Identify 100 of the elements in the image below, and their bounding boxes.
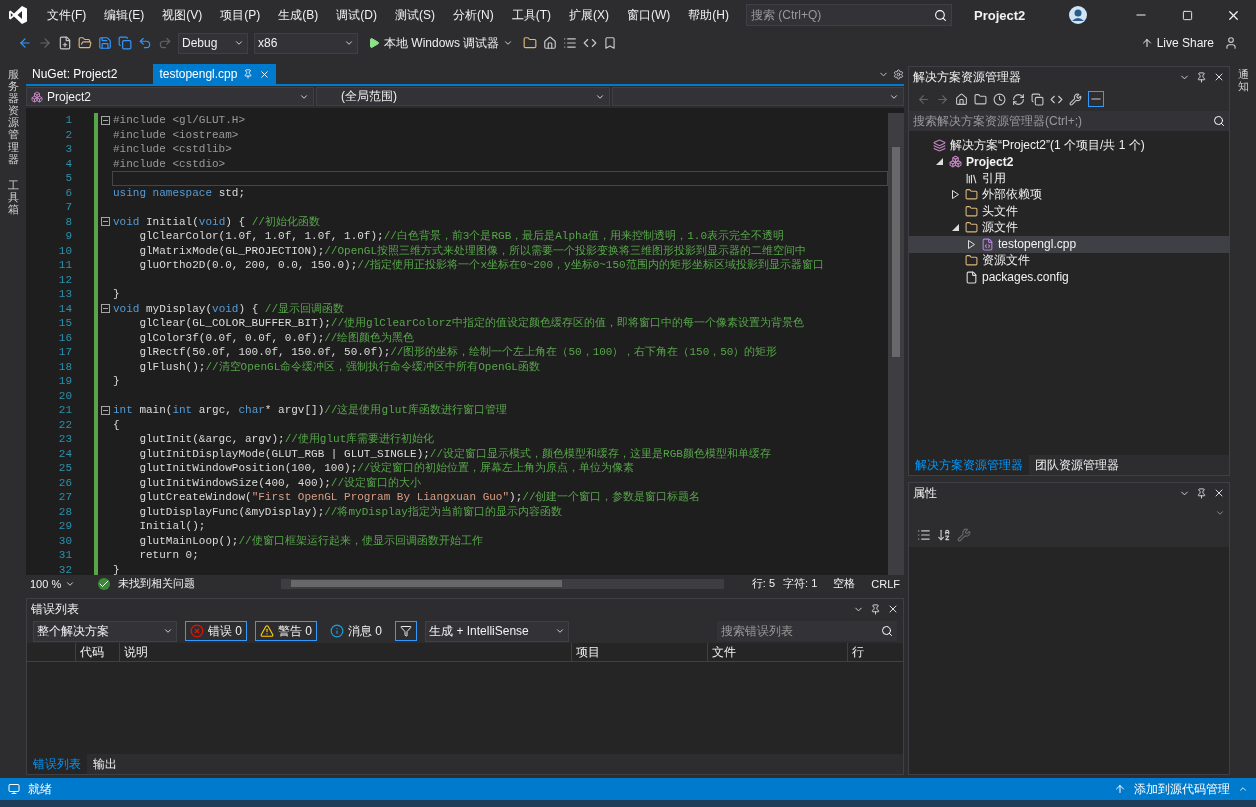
play-icon — [368, 37, 380, 49]
tree-item[interactable]: 资源文件 — [909, 252, 1229, 269]
menu-item[interactable]: 项目(P) — [211, 6, 270, 24]
search-field[interactable]: 搜索解决方案资源管理器(Ctrl+;) — [909, 111, 1229, 131]
forward-icon[interactable] — [936, 92, 949, 106]
line-number: 7 — [64, 201, 72, 214]
collapse-icon[interactable] — [100, 304, 110, 314]
source-control-button[interactable]: 添加到源代码管理 — [1134, 780, 1230, 798]
menu-item[interactable]: 测试(S) — [386, 6, 444, 24]
home-icon[interactable] — [543, 36, 558, 50]
pin-icon[interactable] — [870, 603, 881, 615]
column-header[interactable]: 说明 — [119, 643, 571, 661]
home-icon[interactable] — [955, 92, 968, 106]
horizontal-scrollbar[interactable] — [281, 578, 724, 589]
close-icon[interactable] — [1213, 487, 1225, 499]
back-icon[interactable] — [917, 92, 930, 106]
pin-icon[interactable] — [1196, 71, 1207, 83]
clock-icon[interactable] — [993, 92, 1006, 106]
run-button[interactable]: 本地 Windows 调试器 — [364, 34, 518, 52]
pin-icon[interactable] — [1196, 487, 1207, 499]
document-tab[interactable]: testopengl.cpp — [153, 64, 277, 84]
project-dropdown[interactable]: Project2 — [26, 87, 315, 106]
list-icon[interactable] — [563, 36, 578, 50]
save-icon[interactable] — [98, 36, 112, 50]
copy-icon[interactable] — [1031, 92, 1044, 106]
menu-item[interactable]: 扩展(X) — [560, 6, 618, 24]
close-icon[interactable] — [887, 603, 899, 615]
redo-icon[interactable] — [158, 36, 172, 50]
collapse-arrow-icon[interactable] — [951, 224, 959, 232]
menu-item[interactable]: 编辑(E) — [95, 6, 154, 24]
save-all-icon[interactable] — [118, 36, 132, 50]
search-field[interactable]: 搜索错误列表 — [717, 621, 897, 641]
expand-arrow-icon[interactable] — [967, 239, 975, 249]
caret-icon — [234, 38, 244, 48]
sync-icon[interactable] — [1012, 92, 1025, 106]
panel-tab[interactable]: 团队资源管理器 — [1029, 455, 1125, 475]
search-field[interactable]: 搜索 (Ctrl+Q) — [746, 4, 952, 26]
settings-icon[interactable] — [893, 68, 904, 80]
menu-item[interactable]: 分析(N) — [444, 6, 503, 24]
collapse-icon[interactable] — [100, 217, 110, 227]
collapse-arrow-icon[interactable] — [935, 158, 943, 166]
wrench-icon[interactable] — [1069, 92, 1082, 106]
bookmark-icon[interactable] — [603, 36, 618, 50]
folder-icon[interactable] — [523, 36, 538, 50]
categorized-icon[interactable] — [917, 528, 931, 542]
collapse-icon[interactable] — [100, 115, 110, 125]
menu-item[interactable]: 生成(B) — [269, 6, 328, 24]
configuration-dropdown[interactable]: Debug — [178, 32, 248, 54]
undo-icon[interactable] — [138, 36, 152, 50]
scope-dropdown[interactable]: 整个解决方案 — [33, 620, 177, 642]
side-tab[interactable]: 通知 — [1237, 68, 1249, 93]
column-header[interactable]: 代码 — [75, 643, 119, 661]
tree-item[interactable]: 外部依赖项 — [909, 186, 1229, 203]
sort-icon[interactable] — [937, 528, 951, 542]
menu-item[interactable]: 帮助(H) — [679, 6, 738, 24]
scope-dropdown[interactable]: (全局范围) — [316, 87, 610, 106]
tree-item[interactable]: 源文件 — [909, 219, 1229, 236]
filter-button[interactable]: 错误 0 — [185, 621, 247, 641]
platform-dropdown[interactable]: x86 — [254, 32, 358, 54]
vertical-scrollbar[interactable] — [888, 113, 904, 575]
filter-toggle-button[interactable] — [395, 621, 418, 641]
collapse-icon[interactable] — [100, 405, 110, 415]
column-header[interactable]: 项目 — [571, 643, 707, 661]
expand-arrow-icon[interactable] — [951, 190, 959, 200]
account-icon[interactable] — [1068, 5, 1088, 25]
menu-item[interactable]: 视图(V) — [153, 6, 212, 24]
tree-item[interactable]: 解决方案“Project2”(1 个项目/共 1 个) — [909, 137, 1229, 154]
open-folder-icon[interactable] — [78, 36, 92, 50]
preview-icon[interactable] — [1088, 91, 1104, 107]
tree-item[interactable]: 引用 — [909, 170, 1229, 187]
code-icon[interactable] — [583, 36, 598, 50]
config-icon — [965, 270, 978, 284]
menu-item[interactable]: 窗口(W) — [618, 6, 680, 24]
source-dropdown[interactable]: 生成 + IntelliSense — [425, 620, 570, 642]
side-tab[interactable]: 服务器资源管理器 — [7, 68, 19, 165]
filter-button[interactable]: 警告 0 — [255, 621, 318, 641]
column-header[interactable]: 文件 — [707, 643, 847, 661]
document-tab[interactable]: NuGet: Project2 — [26, 64, 124, 84]
tree-item[interactable]: Project2 — [909, 153, 1229, 170]
live-share-button[interactable]: Live Share — [1136, 36, 1218, 50]
side-tab[interactable]: 工具箱 — [7, 178, 19, 216]
panel-tab[interactable]: 解决方案资源管理器 — [909, 455, 1029, 475]
menu-item[interactable]: 调试(D) — [327, 6, 386, 24]
tree-item[interactable]: 头文件 — [909, 203, 1229, 220]
panel-tab[interactable]: 输出 — [87, 754, 123, 774]
menu-item[interactable]: 文件(F) — [38, 6, 96, 24]
new-file-icon[interactable] — [58, 36, 72, 50]
line-number: 3 — [64, 143, 72, 156]
folder-icon[interactable] — [974, 92, 987, 106]
menu-item[interactable]: 工具(T) — [502, 6, 560, 24]
tree-item[interactable]: testopengl.cpp — [909, 236, 1229, 253]
filter-button[interactable]: 消息 0 — [325, 621, 388, 641]
column-header[interactable]: 行 — [847, 643, 877, 661]
panel-tab[interactable]: 错误列表 — [27, 754, 87, 774]
tree-item[interactable]: packages.config — [909, 269, 1229, 286]
close-icon — [259, 68, 271, 80]
back-icon[interactable] — [18, 36, 32, 50]
close-icon[interactable] — [1213, 71, 1225, 83]
zoom-dropdown[interactable]: 100 % — [30, 577, 90, 590]
user-icon[interactable] — [1224, 36, 1238, 50]
